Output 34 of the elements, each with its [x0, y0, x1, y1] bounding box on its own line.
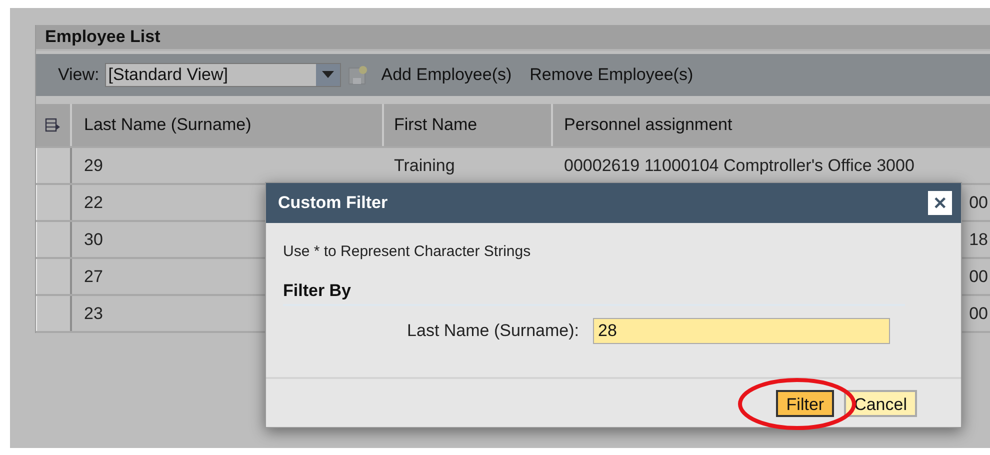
panel-title: Employee List — [45, 26, 160, 48]
table-cell-text: Training — [393, 154, 456, 177]
filter-button[interactable]: Filter — [776, 390, 834, 416]
section-title: Filter By — [283, 278, 905, 306]
table-cell-text: 18 — [969, 228, 989, 251]
table-cell-text: 27 — [84, 266, 103, 288]
table-cell-text: 23 — [84, 302, 103, 325]
view-label: View: — [58, 64, 100, 86]
row-selector[interactable] — [36, 148, 72, 183]
view-dropdown[interactable]: [Standard View] — [105, 63, 342, 87]
table-cell-text: 30 — [84, 228, 103, 251]
table-cell-text: 00 — [969, 302, 989, 325]
row-selector[interactable] — [36, 259, 72, 294]
last-name-input[interactable]: 28 — [593, 318, 890, 344]
row-selector[interactable] — [36, 296, 72, 331]
dropdown-caret-icon — [322, 71, 334, 79]
row-selector[interactable] — [36, 185, 72, 220]
table-cell-text: 00 — [969, 192, 989, 214]
table-cell-text: 00002619 11000104 Comptroller's Office 3000 — [563, 154, 916, 177]
column-header[interactable]: First Name — [384, 104, 553, 146]
column-settings-icon[interactable] — [45, 117, 61, 133]
toolbar-action[interactable]: Remove Employee(s) — [524, 62, 700, 88]
hint-text: Use * to Represent Character Strings — [283, 242, 532, 262]
row-selector[interactable] — [36, 222, 72, 257]
toolbar-action[interactable]: Add Employee(s) — [375, 62, 518, 88]
table-cell-text: 29 — [84, 154, 103, 177]
table-cell-text: 00 — [969, 266, 989, 288]
field-label: Last Name (Surname): — [406, 320, 580, 342]
column-header[interactable]: Last Name (Surname) — [72, 104, 384, 146]
column-header[interactable]: Personnel assignment — [553, 104, 990, 146]
table-cell-text: 22 — [84, 192, 103, 214]
dialog-title: Custom Filter — [278, 192, 388, 214]
cancel-button[interactable]: Cancel — [844, 390, 917, 416]
close-button[interactable]: ✕ — [928, 191, 952, 215]
